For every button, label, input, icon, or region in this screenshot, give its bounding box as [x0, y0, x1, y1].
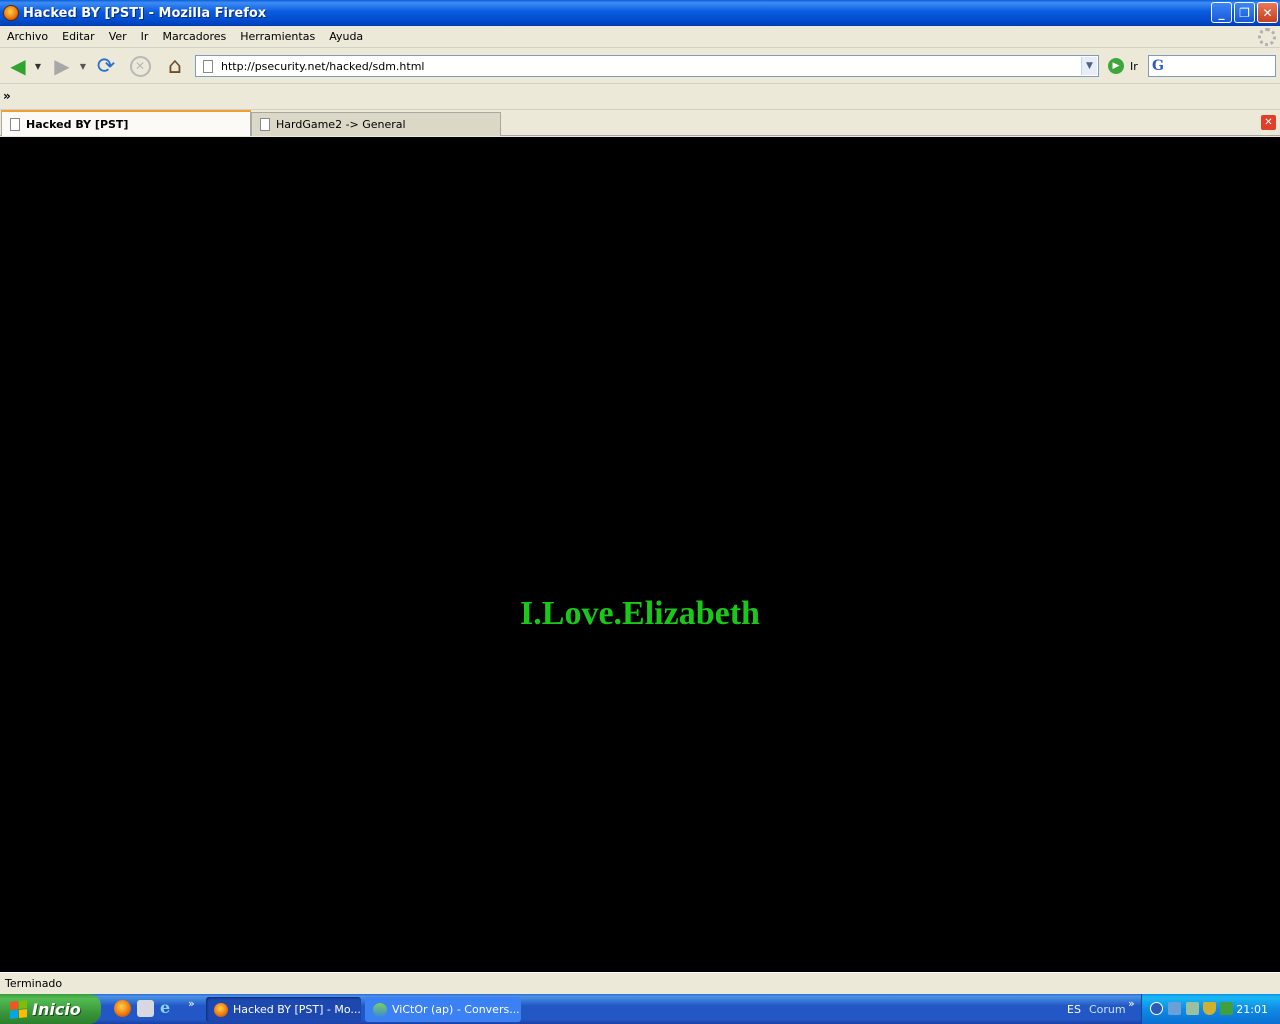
tab-label: HardGame2 -> General: [276, 118, 406, 131]
page-icon: [260, 118, 270, 131]
maximize-button[interactable]: ❐: [1234, 2, 1255, 23]
page-icon: [203, 59, 213, 73]
tab-label: Hacked BY [PST]: [26, 117, 129, 131]
windows-logo-icon: [10, 999, 27, 1019]
security-shield-icon[interactable]: [1203, 1002, 1216, 1015]
messenger-icon: [373, 1002, 387, 1017]
quicklaunch-ie-icon[interactable]: e: [160, 998, 177, 1017]
back-history-dropdown-icon[interactable]: ▼: [33, 53, 43, 79]
windows-taskbar: Inicio e » Hacked BY [PST] - Mo... ViCtO…: [0, 994, 1280, 1024]
forward-history-dropdown-icon[interactable]: ▼: [78, 53, 88, 79]
go-button-label[interactable]: Ir: [1130, 60, 1138, 73]
safely-remove-icon[interactable]: [1220, 1002, 1233, 1015]
firefox-icon: [214, 1002, 228, 1017]
status-bar: Terminado: [0, 972, 1280, 994]
page-content: I.Love.Elizabeth: [0, 137, 1280, 972]
back-arrow-icon[interactable]: ◀: [4, 53, 32, 79]
url-text[interactable]: http://psecurity.net/hacked/sdm.html: [221, 60, 1081, 73]
quicklaunch-firefox-icon[interactable]: [114, 1000, 131, 1017]
menu-ver[interactable]: Ver: [102, 30, 134, 43]
quicklaunch-mail-icon[interactable]: [137, 1000, 154, 1017]
menu-herramientas[interactable]: Herramientas: [233, 30, 322, 43]
tab-hardgame2[interactable]: HardGame2 -> General: [251, 112, 501, 136]
window-title: Hacked BY [PST] - Mozilla Firefox: [23, 5, 267, 21]
taskbar-item-firefox[interactable]: Hacked BY [PST] - Mo...: [206, 997, 361, 1022]
menu-ayuda[interactable]: Ayuda: [322, 30, 370, 43]
window-controls: _ ❐ ✕: [1211, 2, 1278, 23]
stop-icon[interactable]: ✕: [128, 53, 152, 79]
stop-glyph: ✕: [129, 55, 151, 77]
page-message: I.Love.Elizabeth: [520, 595, 760, 632]
menu-marcadores[interactable]: Marcadores: [155, 30, 233, 43]
menu-ir[interactable]: Ir: [134, 30, 156, 43]
window-title-bar[interactable]: Hacked BY [PST] - Mozilla Firefox _ ❐ ✕: [0, 0, 1280, 26]
url-bar[interactable]: http://psecurity.net/hacked/sdm.html ▼: [195, 55, 1099, 77]
taskbar-item-messenger[interactable]: ViCtOr (ap) - Convers...: [365, 997, 521, 1022]
taskbar-item-label: Hacked BY [PST] - Mo...: [233, 1003, 361, 1016]
start-button[interactable]: Inicio: [0, 994, 101, 1024]
search-engine-icon[interactable]: G: [1152, 58, 1172, 74]
toolbar-expand-icon[interactable]: »: [1128, 997, 1135, 1010]
home-icon[interactable]: ⌂: [162, 53, 188, 79]
system-tray: 21:01: [1141, 994, 1280, 1024]
tray-expand-icon[interactable]: [1150, 1002, 1163, 1015]
tab-hacked[interactable]: Hacked BY [PST]: [1, 110, 251, 136]
menu-editar[interactable]: Editar: [55, 30, 102, 43]
reload-icon[interactable]: ⟳: [93, 53, 119, 79]
forward-arrow-icon[interactable]: ▶: [48, 53, 76, 79]
network-icon[interactable]: [1168, 1002, 1181, 1015]
minimize-button[interactable]: _: [1211, 2, 1232, 23]
messenger-tray-icon[interactable]: [1186, 1002, 1199, 1015]
menu-archivo[interactable]: Archivo: [0, 30, 55, 43]
language-indicator[interactable]: ES: [1067, 1003, 1081, 1016]
quicklaunch-more-icon[interactable]: »: [188, 997, 195, 1010]
tab-strip: Hacked BY [PST] HardGame2 -> General ✕: [0, 110, 1280, 136]
page-icon: [10, 117, 20, 131]
taskbar-toolbar-label[interactable]: Corum: [1089, 1003, 1126, 1016]
search-box[interactable]: G: [1148, 55, 1276, 77]
go-icon[interactable]: ▶: [1108, 58, 1124, 74]
close-tab-icon[interactable]: ✕: [1261, 115, 1276, 130]
start-label: Inicio: [32, 999, 81, 1019]
bookmarks-chevron-icon[interactable]: »: [3, 89, 11, 103]
menu-bar: Archivo Editar Ver Ir Marcadores Herrami…: [0, 26, 1280, 48]
taskbar-item-label: ViCtOr (ap) - Convers...: [392, 1003, 520, 1016]
throbber-icon: [1258, 28, 1276, 46]
clock[interactable]: 21:01: [1236, 1003, 1268, 1016]
firefox-icon: [3, 5, 19, 21]
url-history-dropdown-icon[interactable]: ▼: [1081, 57, 1097, 75]
status-text: Terminado: [5, 977, 63, 990]
close-button[interactable]: ✕: [1257, 2, 1278, 23]
bookmarks-toolbar: »: [0, 84, 1280, 110]
